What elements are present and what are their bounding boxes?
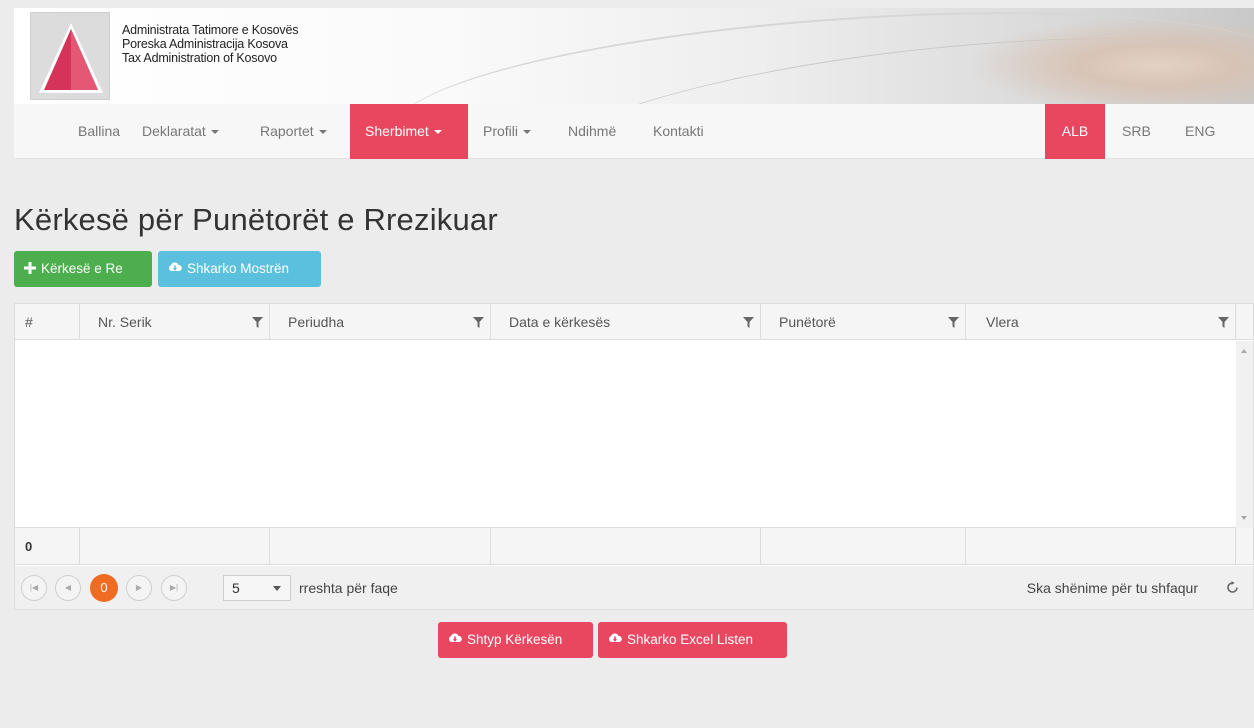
nav-label: Raportet [260,123,314,139]
caret-down-icon [210,130,219,135]
filter-icon[interactable] [948,317,959,328]
column-title: Data e kërkesës [509,314,611,330]
org-name-serbian: Poreska Administracija Kosova [122,37,288,51]
filter-icon[interactable] [1218,317,1229,328]
download-excel-button[interactable]: Shkarko Excel Listen [598,622,787,658]
new-request-button[interactable]: Kërkesë e Re [14,251,152,287]
vertical-scrollbar[interactable] [1236,341,1253,528]
scroll-down-icon[interactable] [1241,516,1247,520]
footer-count: 0 [15,528,80,565]
organization-name: Administrata Tatimore e Kosovës Poreska … [122,23,298,65]
column-title: Nr. Serik [98,314,152,330]
lang-label: ENG [1185,123,1216,139]
nav-item-sherbimet[interactable]: Sherbimet [350,104,468,159]
tak-logo[interactable] [30,12,110,100]
grid-footer: 0 [15,528,1253,565]
lang-alb[interactable]: ALB [1045,104,1105,159]
footer-cell [966,528,1236,565]
first-page-icon[interactable]: |◀ [21,575,47,601]
org-name-english: Tax Administration of Kosovo [122,51,277,65]
plus-icon [24,262,36,275]
nav-label: Sherbimet [365,123,429,139]
filter-icon[interactable] [252,317,263,328]
column-header-index[interactable]: # [15,304,80,340]
nav-item-ballina[interactable]: Ballina [63,104,135,159]
dropdown-arrow-icon [273,586,281,591]
nav-label: Deklaratat [142,123,206,139]
lang-label: ALB [1061,123,1089,139]
column-header-period[interactable]: Periudha [270,304,491,340]
download-sample-button[interactable]: Shkarko Mostrën [158,251,321,287]
cloud-download-icon [608,633,622,643]
last-page-icon[interactable]: ▶| [161,575,187,601]
prev-page-icon[interactable]: ◀ [55,575,81,601]
current-page[interactable]: 0 [90,574,118,602]
requests-grid: # Nr. Serik Periudha Data e kërkesës Pun… [14,303,1254,610]
lang-label: SRB [1122,123,1151,139]
nav-item-ndihme[interactable]: Ndihmë [553,104,631,159]
grid-header: # Nr. Serik Periudha Data e kërkesës Pun… [15,304,1253,340]
column-header-serial[interactable]: Nr. Serik [80,304,270,340]
nav-label: Profili [483,123,519,139]
filter-icon[interactable] [473,317,484,328]
caret-down-icon [433,130,442,135]
footer-cell [491,528,761,565]
lang-eng[interactable]: ENG [1170,104,1230,159]
column-title: Vlera [986,314,1019,330]
nav-label: Ndihmë [568,123,617,139]
page-size-select[interactable]: 5 [223,575,291,601]
page-size-value: 5 [232,580,240,596]
pager-info: Ska shënime për tu shfaqur [1026,580,1198,596]
page-size-label: rreshta për faqe [299,580,398,596]
column-header-request-date[interactable]: Data e kërkesës [491,304,761,340]
button-label: Kërkesë e Re [41,261,123,276]
button-label: Shkarko Mostrën [187,261,290,276]
next-page-icon[interactable]: ▶ [126,575,152,601]
org-name-albanian: Administrata Tatimore e Kosovës [122,23,299,37]
logo-triangle-icon [39,23,103,93]
main-navbar: Ballina Deklaratat Raportet Sherbimet Pr… [14,104,1254,159]
grid-body [15,341,1253,528]
nav-item-deklaratat[interactable]: Deklaratat [127,104,234,159]
column-header-value[interactable]: Vlera [966,304,1236,340]
footer-cell [80,528,270,565]
nav-label: Ballina [78,123,121,139]
column-header-workers[interactable]: Punëtorë [761,304,966,340]
button-label: Shtyp Kërkesën [467,632,563,647]
footer-cell [270,528,491,565]
button-label: Shkarko Excel Listen [627,632,754,647]
column-title: Periudha [288,314,345,330]
nav-label: Kontakti [653,123,704,139]
cloud-download-icon [448,633,462,643]
nav-item-profili[interactable]: Profili [468,104,546,159]
caret-down-icon [318,130,327,135]
caret-down-icon [523,130,532,135]
nav-item-kontakti[interactable]: Kontakti [638,104,719,159]
banner-image [934,8,1254,104]
header-banner: Administrata Tatimore e Kosovës Poreska … [14,8,1254,104]
column-title: Punëtorë [779,314,836,330]
nav-item-raportet[interactable]: Raportet [245,104,342,159]
print-request-button[interactable]: Shtyp Kërkesën [438,622,593,658]
page-title: Kërkesë për Punëtorët e Rrezikuar [14,202,498,237]
scroll-up-icon[interactable] [1241,349,1247,353]
refresh-icon[interactable] [1226,581,1239,594]
grid-pager: |◀ ◀ 0 ▶ ▶| 5 rreshta për faqe Ska shëni… [15,566,1253,609]
footer-cell [761,528,966,565]
filter-icon[interactable] [743,317,754,328]
lang-srb[interactable]: SRB [1107,104,1166,159]
column-title: # [25,314,33,330]
cloud-download-icon [168,262,182,272]
